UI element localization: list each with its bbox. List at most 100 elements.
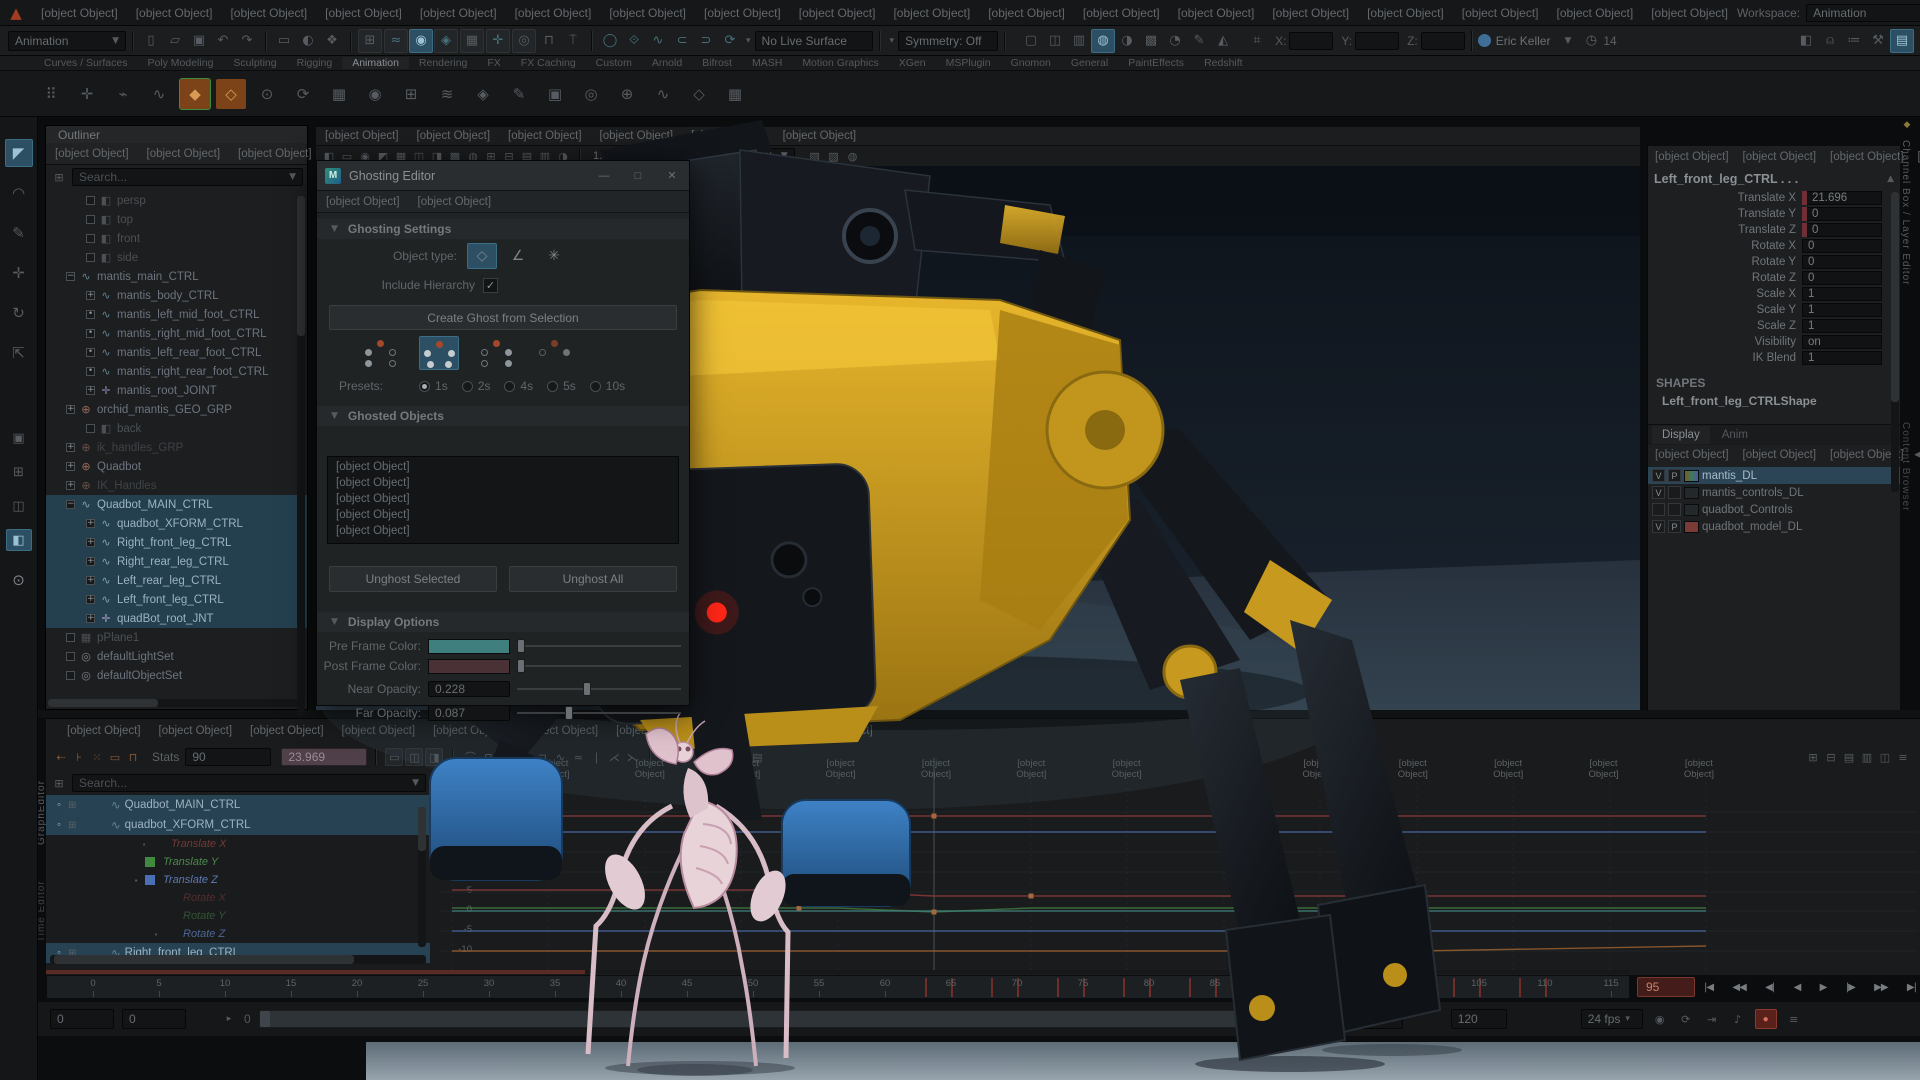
- channel-row[interactable]: Visibility on: [1648, 334, 1900, 350]
- menubar-item[interactable]: [object Object]: [1548, 6, 1643, 20]
- graph-editor-menu-item[interactable]: [object Object]: [790, 725, 882, 737]
- new-scene-icon[interactable]: ▯: [139, 29, 163, 53]
- display-layer-row[interactable]: V P mantis_DL: [1648, 467, 1900, 484]
- ge-clip-icon[interactable]: ◫: [1876, 748, 1894, 766]
- shelf-tab[interactable]: Poly Modeling: [137, 57, 223, 69]
- coordinate-grid-icon[interactable]: ⌗: [1245, 29, 1269, 53]
- mute-pin-icon[interactable]: ▪: [139, 840, 149, 849]
- ghosted-objects-list[interactable]: [object Object][object Object][object Ob…: [327, 456, 679, 544]
- curve-link-icon[interactable]: ⊂: [670, 29, 694, 53]
- outliner-tree-row[interactable]: + ∿ quadbot_XFORM_CTRL: [46, 514, 307, 533]
- shelf-curve-icon[interactable]: ⌁: [108, 79, 138, 109]
- shelf-tab[interactable]: Animation: [342, 57, 409, 69]
- expand-toggle-icon[interactable]: +: [66, 405, 75, 414]
- expand-toggle-icon[interactable]: •: [86, 348, 95, 357]
- shelf-tab[interactable]: Sculpting: [223, 57, 286, 69]
- animation-preferences-icon[interactable]: ≡: [1785, 1010, 1803, 1028]
- step-back-key-button[interactable]: ◀◀: [1732, 982, 1745, 993]
- layer-color-swatch[interactable]: [1684, 504, 1699, 516]
- shelf-grid-icon[interactable]: ⠿: [36, 79, 66, 109]
- go-to-start-button[interactable]: |◀: [1704, 982, 1713, 993]
- graph-editor-menu-item[interactable]: [object Object]: [424, 725, 516, 737]
- time-slider[interactable]: 0510152025303540455055606570758085909510…: [46, 975, 1630, 999]
- layer-visibility-toggle[interactable]: V: [1652, 469, 1665, 482]
- shelf-wave-icon[interactable]: ≋: [432, 79, 462, 109]
- outliner-tree-row[interactable]: + ⊕ ik_handles_GRP: [46, 438, 307, 457]
- graph-tree-row[interactable]: ◦ ⊞ ∿ quadbot_XFORM_CTRL: [46, 815, 430, 835]
- step-mode-icon[interactable]: ⇥: [1703, 1010, 1721, 1028]
- graph-editor-menu-item[interactable]: [object Object]: [333, 725, 425, 737]
- graph-tree-row[interactable]: ▪ Translate X: [46, 835, 430, 853]
- vp-ssao-icon[interactable]: ▨: [825, 147, 843, 165]
- expand-toggle-icon[interactable]: +: [66, 443, 75, 452]
- outliner-tree-row[interactable]: + ∿ Left_rear_leg_CTRL: [46, 571, 307, 590]
- mute-audio-icon[interactable]: ♪: [1729, 1010, 1747, 1028]
- expand-toggle-icon[interactable]: +: [86, 386, 95, 395]
- undo-icon[interactable]: ↶: [211, 29, 235, 53]
- preset-radio[interactable]: 5s: [547, 379, 576, 393]
- ghost-preset-custom-icon[interactable]: [535, 336, 575, 370]
- menubar-item[interactable]: [object Object]: [1263, 6, 1358, 20]
- auto-key-button[interactable]: ●: [1755, 1009, 1777, 1029]
- menubar-item[interactable]: [object Object]: [600, 6, 695, 20]
- menubar-item[interactable]: [object Object]: [316, 6, 411, 20]
- lattice-deform-keys-icon[interactable]: ⁙: [88, 748, 106, 766]
- graph-editor-menu-item[interactable]: [object Object]: [150, 725, 242, 737]
- menubar-item[interactable]: [object Object]: [1642, 6, 1737, 20]
- layer-visibility-toggle[interactable]: V: [1652, 520, 1665, 533]
- graph-tree-row[interactable]: Rotate X: [46, 889, 430, 907]
- layer-playback-toggle[interactable]: P: [1668, 469, 1681, 482]
- outliner-filter-icon[interactable]: ⊞: [50, 168, 68, 186]
- shelf-tab[interactable]: MSPlugin: [936, 57, 1001, 69]
- channel-row[interactable]: Rotate Y 0: [1648, 254, 1900, 270]
- menubar-item[interactable]: [object Object]: [411, 6, 506, 20]
- channel-row[interactable]: Rotate Z 0: [1648, 270, 1900, 286]
- ghost-preset-after-icon[interactable]: [477, 336, 517, 370]
- layer-playback-toggle[interactable]: P: [1668, 520, 1681, 533]
- outliner-tree-row[interactable]: ◧ top: [46, 210, 307, 229]
- viewport-menu-item[interactable]: [object Object]: [591, 130, 683, 142]
- lasso-select-icon[interactable]: ◐: [296, 29, 320, 53]
- expand-toggle-icon[interactable]: +: [86, 519, 95, 528]
- shelf-tab[interactable]: FX Caching: [511, 57, 586, 69]
- expand-toggle-icon[interactable]: [86, 215, 95, 224]
- shelf-box-icon[interactable]: ▣: [540, 79, 570, 109]
- graph-tree-row[interactable]: Translate Y: [46, 853, 430, 871]
- vp-dof-icon[interactable]: ◍: [844, 147, 862, 165]
- expand-toggle-icon[interactable]: −: [66, 272, 75, 281]
- range-handle-left[interactable]: [260, 1011, 270, 1027]
- expand-toggle-icon[interactable]: •: [86, 367, 95, 376]
- expand-toggle-icon[interactable]: +: [86, 614, 95, 623]
- step-forward-key-button[interactable]: ▶▶: [1874, 982, 1887, 993]
- ghosted-object-item[interactable]: [object Object]: [336, 493, 678, 509]
- display-layer-row[interactable]: quadbot_Controls: [1648, 501, 1900, 518]
- viewport-menu-item[interactable]: [object Object]: [499, 130, 591, 142]
- ge-tree-hscrollbar[interactable]: [50, 955, 426, 964]
- far-opacity-field[interactable]: 0.087: [428, 705, 510, 721]
- viewport-menu-item[interactable]: [object Object]: [774, 130, 866, 142]
- ghost-mesh-type-icon[interactable]: ◇: [467, 243, 497, 269]
- outliner-tree-row[interactable]: • ∿ mantis_right_mid_foot_CTRL: [46, 324, 307, 343]
- channel-box-icon[interactable]: ▤: [1890, 29, 1914, 53]
- channel-row[interactable]: Scale Z 1: [1648, 318, 1900, 334]
- mute-pin-icon[interactable]: ▪: [131, 876, 141, 885]
- graph-tree-row[interactable]: Rotate Y: [46, 907, 430, 925]
- tool-settings-icon[interactable]: ⚒: [1866, 29, 1890, 53]
- outliner-tree-row[interactable]: + ⊕ Quadbot: [46, 457, 307, 476]
- outliner-vscrollbar[interactable]: [297, 196, 305, 716]
- ghosted-object-item[interactable]: [object Object]: [336, 461, 678, 477]
- layer-visibility-toggle[interactable]: V: [1652, 486, 1665, 499]
- history-toggle-icon[interactable]: ⟳: [718, 29, 742, 53]
- menubar-item[interactable]: [object Object]: [127, 6, 222, 20]
- anim-end-field[interactable]: 120: [1451, 1009, 1507, 1029]
- graph-tree-row[interactable]: ▪ Rotate Z: [46, 925, 430, 943]
- shelf-tab[interactable]: Rendering: [409, 57, 477, 69]
- preset-radio[interactable]: 4s: [504, 379, 533, 393]
- render-current-icon[interactable]: ◫: [1043, 29, 1067, 53]
- menubar-item[interactable]: [object Object]: [221, 6, 316, 20]
- expand-toggle-icon[interactable]: •: [86, 329, 95, 338]
- close-button[interactable]: ✕: [655, 165, 689, 187]
- shelf-rotate-icon[interactable]: ⟳: [288, 79, 318, 109]
- ghosting-editor-titlebar[interactable]: M Ghosting Editor —□✕: [317, 161, 689, 191]
- menuset-selector[interactable]: Animation ▼: [8, 31, 126, 51]
